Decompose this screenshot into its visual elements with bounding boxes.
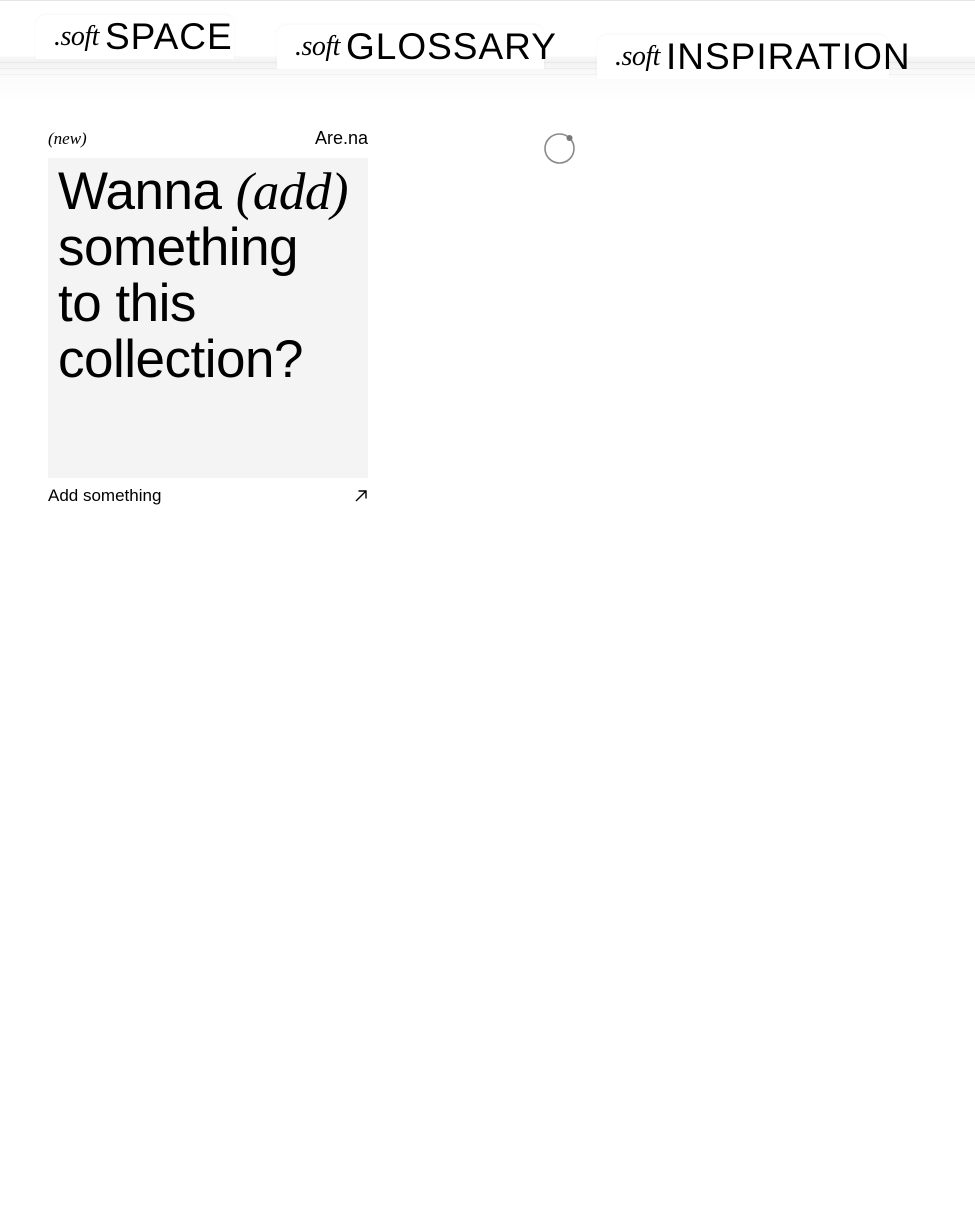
tab-prefix: .soft xyxy=(295,31,340,62)
tab-soft-inspiration[interactable]: .soft INSPIRATION xyxy=(597,35,910,79)
arrow-up-right-icon xyxy=(355,490,367,502)
tab-prefix: .soft xyxy=(615,41,660,72)
card-preview[interactable]: Wanna (add) something to this collection… xyxy=(48,158,368,478)
add-something-label: Add something xyxy=(48,486,162,505)
heading-text: collection? xyxy=(58,330,303,389)
add-something-link[interactable]: Add something xyxy=(48,484,368,508)
tab-label: SPACE xyxy=(104,16,233,57)
tab-soft-space[interactable]: .soft SPACE xyxy=(36,15,234,59)
new-tag: (new) xyxy=(48,129,87,148)
tab-label: GLOSSARY xyxy=(345,26,557,67)
card-meta: (new) Are.na xyxy=(48,128,368,158)
tab-soft-glossary[interactable]: .soft GLOSSARY xyxy=(277,25,556,69)
heading-text: Wanna xyxy=(58,162,236,221)
heading-text: something xyxy=(58,218,299,277)
add-something-card: (new) Are.na Wanna (add) something to th… xyxy=(48,128,368,508)
source-label: Are.na xyxy=(314,128,368,148)
tab-prefix: .soft xyxy=(54,21,99,52)
heading-text: to this xyxy=(58,274,196,333)
loading-spinner-icon xyxy=(544,133,575,164)
tab-bar: .soft SPACE .soft GLOSSARY .soft INSPIRA… xyxy=(0,0,975,110)
tab-label: INSPIRATION xyxy=(665,36,911,77)
heading-italic: (add) xyxy=(235,163,349,221)
card-heading: Wanna (add) something to this collection… xyxy=(58,164,358,388)
